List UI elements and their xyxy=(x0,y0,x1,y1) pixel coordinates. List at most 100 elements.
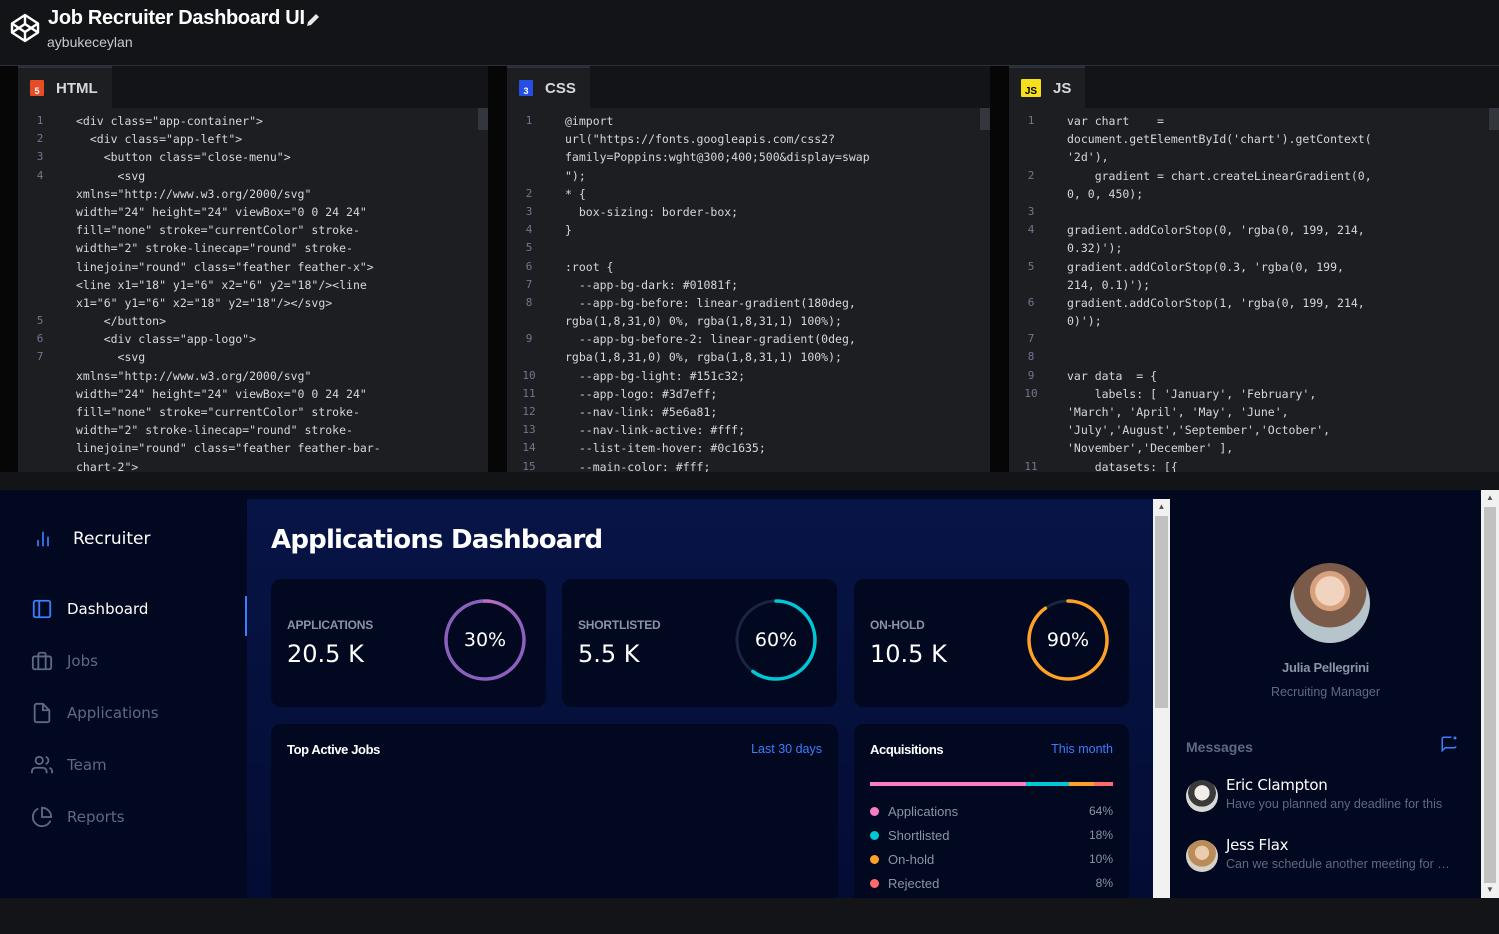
pen-title[interactable]: Job Recruiter Dashboard UI xyxy=(48,7,305,30)
code-line[interactable]: 5 gradient.addColorStop(0.3, 'rgba(0, 199… xyxy=(1009,258,1499,276)
tab-html[interactable]: 5 HTML xyxy=(18,66,112,108)
code-line[interactable]: 2 * { xyxy=(507,185,990,203)
code-line[interactable]: 7 --app-bg-dark: #01081f; xyxy=(507,276,990,294)
code-area[interactable]: 1 <div class="app-container"> 2 <div class… xyxy=(18,108,488,472)
code-line[interactable]: 9 --app-bg-before-2: linear-gradient(0de… xyxy=(507,330,990,348)
html-editor[interactable]: 5 HTML 1 <div class="app-container"> 2 <di… xyxy=(18,66,488,472)
code-line[interactable]: 4 gradient.addColorStop(0, 'rgba(0, 199, … xyxy=(1009,221,1499,239)
editor-scrollbar[interactable] xyxy=(478,108,488,130)
code-line[interactable]: 0, 0, 450); xyxy=(1009,185,1499,203)
code-line[interactable]: linejoin="round" class="feather feather-… xyxy=(18,439,488,457)
code-line[interactable]: 8 xyxy=(1009,348,1499,366)
code-line[interactable]: 0.32)'); xyxy=(1009,239,1499,257)
stat-card-shortlisted[interactable]: SHORTLISTED 5.5 K 60% xyxy=(562,579,837,707)
code-line[interactable]: 'March', 'April', 'May', 'June', xyxy=(1009,403,1499,421)
app-logo[interactable]: Recruiter xyxy=(33,529,150,549)
code-line[interactable]: 5 xyxy=(507,239,990,257)
edit-pencil-icon[interactable] xyxy=(305,12,321,28)
preview-scrollbar[interactable]: ▲ ▼ xyxy=(1481,490,1499,898)
code-line[interactable]: 2 gradient = chart.createLinearGradient(… xyxy=(1009,167,1499,185)
code-line[interactable]: 3 box-sizing: border-box; xyxy=(507,203,990,221)
code-line[interactable]: width="24" height="24" viewBox="0 0 24 2… xyxy=(18,203,488,221)
code-line[interactable]: fill="none" stroke="currentColor" stroke… xyxy=(18,403,488,421)
new-message-icon[interactable] xyxy=(1440,735,1458,753)
code-line[interactable]: 15 --main-color: #fff; xyxy=(507,458,990,472)
code-line[interactable]: 'July','August','September','October', xyxy=(1009,421,1499,439)
code-line[interactable]: 'November','December' ], xyxy=(1009,439,1499,457)
code-line[interactable]: fill="none" stroke="currentColor" stroke… xyxy=(18,221,488,239)
stat-card-on-hold[interactable]: ON-HOLD 10.5 K 90% xyxy=(854,579,1129,707)
code-line[interactable]: "); xyxy=(507,167,990,185)
tab-js[interactable]: JS JS xyxy=(1009,66,1086,108)
period-link[interactable]: Last 30 days xyxy=(751,742,822,756)
code-line[interactable]: 3 <button class="close-menu"> xyxy=(18,148,488,166)
code-line[interactable]: '2d'), xyxy=(1009,148,1499,166)
message-item[interactable]: Jess Flax Can we schedule another meetin… xyxy=(1186,836,1456,876)
code-line[interactable]: chart-2"> xyxy=(18,458,488,472)
editor-scrollbar[interactable] xyxy=(980,108,990,130)
js-editor[interactable]: JS JS 1 var chart = document.getElementByI… xyxy=(1009,66,1499,472)
code-line[interactable]: url("https://fonts.googleapis.com/css2? xyxy=(507,130,990,148)
nav-item-reports[interactable]: Reports xyxy=(31,804,125,830)
period-link[interactable]: This month xyxy=(1051,742,1113,756)
code-line[interactable]: 3 xyxy=(1009,203,1499,221)
scroll-up-arrow-icon[interactable]: ▲ xyxy=(1153,499,1170,513)
code-line[interactable]: width="24" height="24" viewBox="0 0 24 2… xyxy=(18,385,488,403)
code-area[interactable]: 1 var chart = document.getElementById('cha… xyxy=(1009,108,1499,472)
code-line[interactable]: <line x1="18" y1="6" x2="6" y2="18"/><li… xyxy=(18,276,488,294)
scroll-up-arrow-icon[interactable]: ▲ xyxy=(1481,490,1499,504)
code-line[interactable]: 14 --list-item-hover: #0c1635; xyxy=(507,439,990,457)
code-line[interactable]: 1 var chart = xyxy=(1009,112,1499,130)
footer-bar xyxy=(0,898,1499,934)
code-line[interactable]: 10 labels: [ 'January', 'February', xyxy=(1009,385,1499,403)
code-line[interactable]: 12 --nav-link: #5e6a81; xyxy=(507,403,990,421)
resize-bar[interactable] xyxy=(0,472,1499,490)
css-editor[interactable]: 3 CSS 1 @import url("https://fonts.googlea… xyxy=(507,66,990,472)
code-line[interactable]: 6 <div class="app-logo"> xyxy=(18,330,488,348)
nav-item-jobs[interactable]: Jobs xyxy=(31,648,98,674)
code-line[interactable]: 6:root { xyxy=(507,258,990,276)
code-line[interactable]: family=Poppins:wght@300;400;500&display=… xyxy=(507,148,990,166)
editor-scrollbar[interactable] xyxy=(1489,108,1499,130)
code-line[interactable]: 0)'); xyxy=(1009,312,1499,330)
profile-avatar[interactable] xyxy=(1290,563,1370,643)
code-line[interactable]: 5 </button> xyxy=(18,312,488,330)
code-line[interactable]: 7 xyxy=(1009,330,1499,348)
code-line[interactable]: rgba(1,8,31,0) 0%, rgba(1,8,31,1) 100%); xyxy=(507,348,990,366)
codepen-logo-icon[interactable] xyxy=(9,12,41,44)
code-line[interactable]: 10 --app-bg-light: #151c32; xyxy=(507,367,990,385)
code-line[interactable]: rgba(1,8,31,0) 0%, rgba(1,8,31,1) 100%); xyxy=(507,312,990,330)
code-line[interactable]: 4} xyxy=(507,221,990,239)
scrollbar-thumb[interactable] xyxy=(1155,516,1168,708)
code-line[interactable]: width="2" stroke-linecap="round" stroke- xyxy=(18,421,488,439)
code-line[interactable]: 1 <div class="app-container"> xyxy=(18,112,488,130)
code-line[interactable]: 13 --nav-link-active: #fff; xyxy=(507,421,990,439)
code-line[interactable]: xmlns="http://www.w3.org/2000/svg" xyxy=(18,367,488,385)
code-line[interactable]: 7 <svg xyxy=(18,348,488,366)
code-line[interactable]: 6 gradient.addColorStop(1, 'rgba(0, 199, … xyxy=(1009,294,1499,312)
scroll-down-arrow-icon[interactable]: ▼ xyxy=(1481,882,1499,896)
code-line[interactable]: 2 <div class="app-left"> xyxy=(18,130,488,148)
pen-author[interactable]: aybukeceylan xyxy=(47,34,133,50)
main-scrollbar[interactable]: ▲ xyxy=(1153,499,1170,898)
code-line[interactable]: 8 --app-bg-before: linear-gradient(180de… xyxy=(507,294,990,312)
code-line[interactable]: width="2" stroke-linecap="round" stroke- xyxy=(18,239,488,257)
message-item[interactable]: Eric Clampton Have you planned any deadl… xyxy=(1186,776,1456,816)
nav-item-applications[interactable]: Applications xyxy=(31,700,159,726)
code-line[interactable]: 4 <svg xyxy=(18,167,488,185)
code-line[interactable]: 1 @import xyxy=(507,112,990,130)
code-line[interactable]: x1="6" y1="6" x2="18" y2="18"/></svg> xyxy=(18,294,488,312)
code-line[interactable]: xmlns="http://www.w3.org/2000/svg" xyxy=(18,185,488,203)
code-line[interactable]: 11 datasets: [{ xyxy=(1009,458,1499,472)
code-line[interactable]: 9 var data = { xyxy=(1009,367,1499,385)
nav-item-dashboard[interactable]: Dashboard xyxy=(31,596,148,622)
code-line[interactable]: 214, 0.1)'); xyxy=(1009,276,1499,294)
stat-card-applications[interactable]: APPLICATIONS 20.5 K 30% xyxy=(271,579,546,707)
scrollbar-thumb[interactable] xyxy=(1484,507,1496,883)
code-area[interactable]: 1 @import url("https://fonts.googleapis.co… xyxy=(507,108,990,472)
code-line[interactable]: 11 --app-logo: #3d7eff; xyxy=(507,385,990,403)
tab-css[interactable]: 3 CSS xyxy=(507,66,590,108)
code-line[interactable]: document.getElementById('chart').getCont… xyxy=(1009,130,1499,148)
code-line[interactable]: linejoin="round" class="feather feather-… xyxy=(18,258,488,276)
nav-item-team[interactable]: Team xyxy=(31,752,107,778)
